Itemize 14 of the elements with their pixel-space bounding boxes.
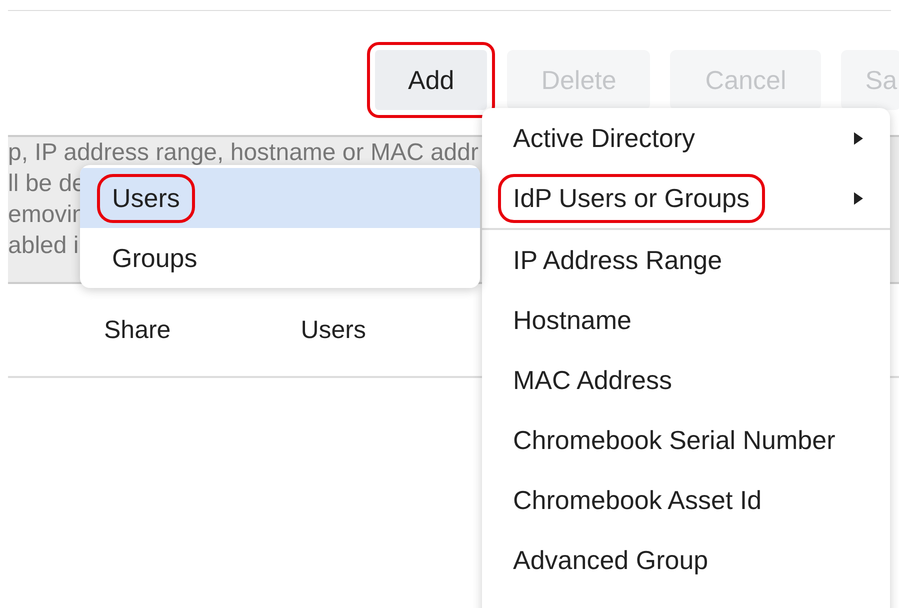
menu-item[interactable]: Chromebook Asset Id — [482, 470, 890, 530]
menu-item[interactable]: IP Address Range — [482, 230, 890, 290]
menu-item[interactable]: MAC Address — [482, 350, 890, 410]
column-header: Share — [104, 316, 171, 344]
menu-item[interactable]: Chromebook Serial Number — [482, 410, 890, 470]
menu-item[interactable]: Advanced Group — [482, 530, 890, 590]
notice-text: p, IP address range, hostname or MAC addr — [8, 138, 478, 168]
menu-item[interactable]: Groups — [80, 228, 480, 288]
column-header: Users — [300, 316, 366, 344]
toolbar-button[interactable]: Add — [375, 50, 488, 110]
menu-item[interactable]: Active Directory — [482, 108, 890, 168]
menu-item[interactable]: Hostname — [482, 290, 890, 350]
notice-text: abled i — [8, 231, 79, 261]
menu-item[interactable]: Users — [80, 168, 480, 228]
